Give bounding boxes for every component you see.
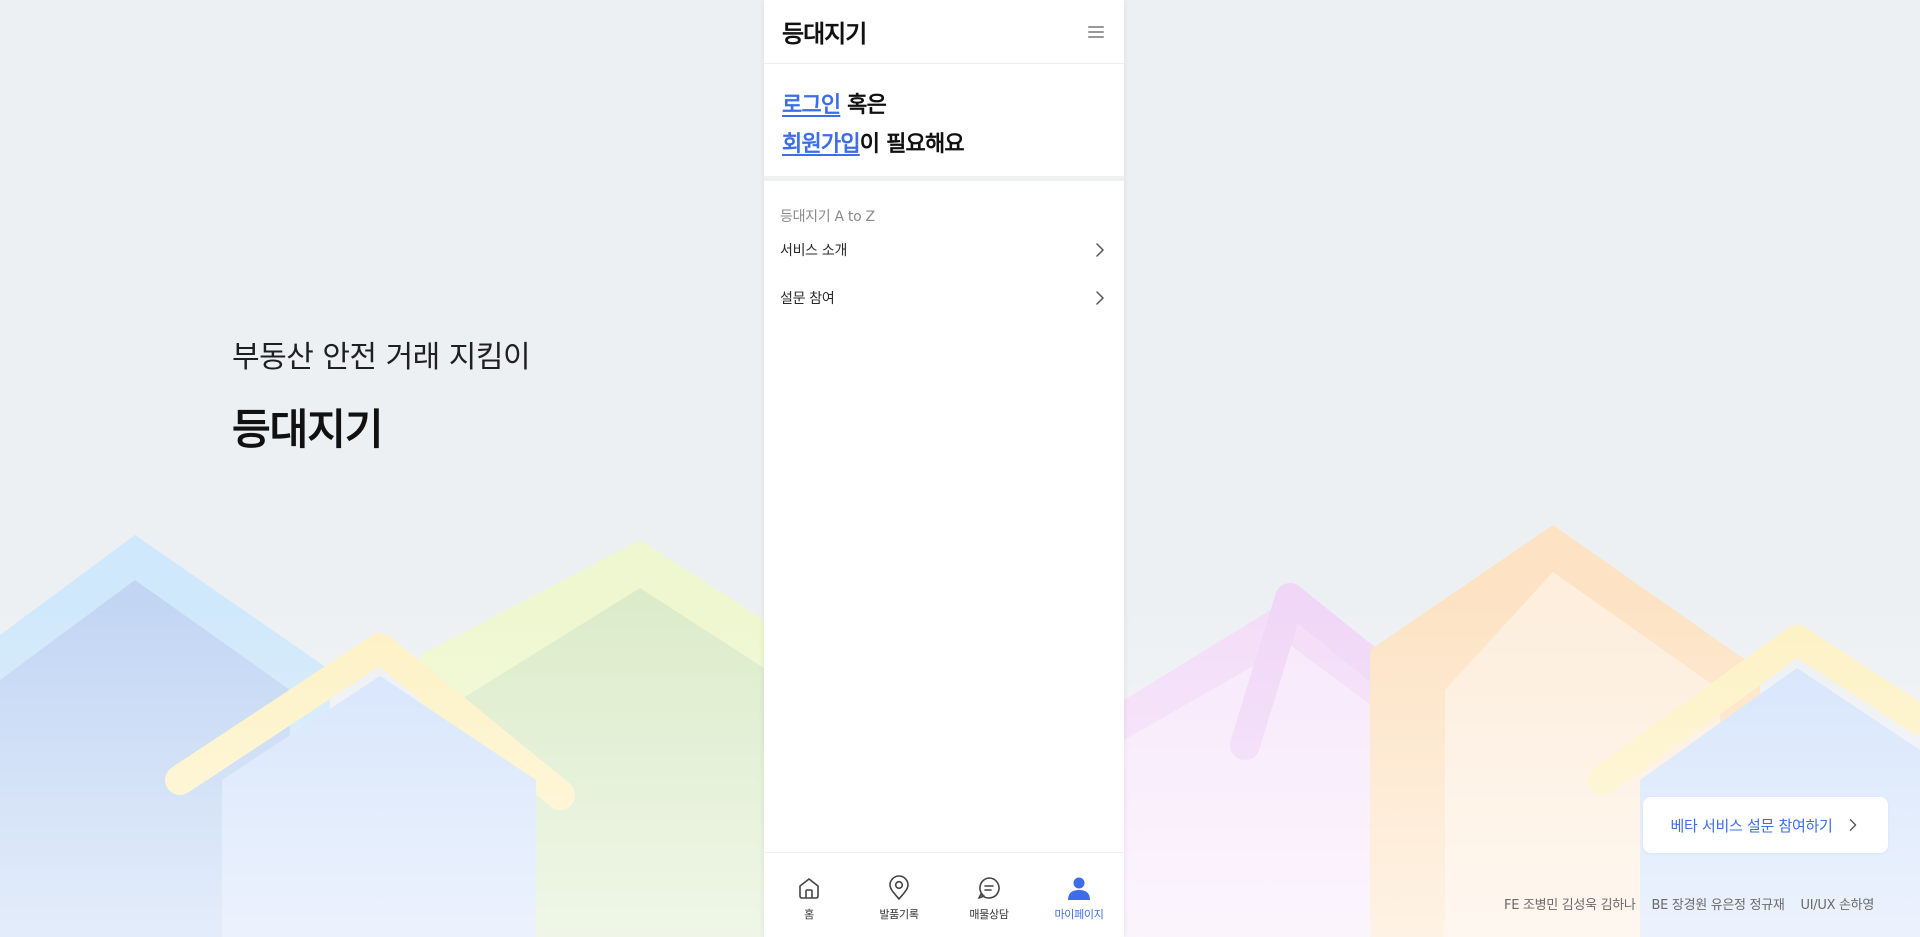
- tab-home[interactable]: 홈: [764, 853, 854, 937]
- hero-subtitle: 부동산 안전 거래 지킴이: [232, 340, 531, 375]
- credit-design: UI/UX 손하영: [1800, 898, 1875, 913]
- tab-label: 홈: [804, 908, 814, 921]
- tab-label: 발품기록: [879, 908, 919, 921]
- app-title: 등대지기: [782, 20, 867, 48]
- chevron-right-icon: [1850, 819, 1857, 831]
- menu-item-service-intro[interactable]: 서비스 소개: [780, 226, 1108, 274]
- mobile-app-frame: 등대지기 로그인 혹은 회원가입이 필요해요 등대지기 A to Z 서비스 소…: [764, 0, 1124, 937]
- bottom-tab-bar: 홈 발품기록 매물상담 마이페이지: [764, 852, 1124, 937]
- credit-backend: BE 장경원 유은정 정규재: [1651, 898, 1785, 913]
- tab-consultation[interactable]: 매물상담: [944, 853, 1034, 937]
- tab-field-records[interactable]: 발품기록: [854, 853, 944, 937]
- login-prompt: 로그인 혹은 회원가입이 필요해요: [764, 64, 1124, 181]
- credit-frontend: FE 조병민 김성욱 김하나: [1504, 898, 1636, 913]
- menu-item-label: 서비스 소개: [780, 243, 848, 259]
- section-label: 등대지기 A to Z: [780, 209, 875, 225]
- survey-button-label: 베타 서비스 설문 참여하기: [1670, 816, 1833, 835]
- chevron-right-icon: [1096, 291, 1104, 305]
- tab-my-page[interactable]: 마이페이지: [1034, 853, 1124, 937]
- menu-item-survey[interactable]: 설문 참여: [780, 274, 1108, 322]
- hero-section: 부동산 안전 거래 지킴이 등대지기: [232, 332, 531, 457]
- login-connector-text: 혹은: [840, 93, 887, 118]
- menu-item-label: 설문 참여: [780, 291, 835, 307]
- team-credits: FE 조병민 김성욱 김하나 BE 장경원 유은정 정규재 UI/UX 손하영: [1504, 894, 1874, 913]
- chevron-right-icon: [1096, 243, 1104, 257]
- signup-link[interactable]: 회원가입: [782, 132, 861, 157]
- tab-label: 매물상담: [969, 908, 1009, 921]
- map-pin-icon: [889, 875, 909, 900]
- login-suffix-text: 이 필요해요: [859, 132, 965, 157]
- chat-bubble-icon: [978, 877, 1000, 899]
- login-link[interactable]: 로그인: [782, 93, 841, 118]
- hero-title: 등대지기: [232, 405, 384, 454]
- home-icon: [799, 878, 819, 899]
- about-section: 등대지기 A to Z 서비스 소개 설문 참여: [764, 181, 1124, 322]
- user-icon: [1068, 877, 1090, 900]
- app-header: 등대지기: [764, 0, 1124, 64]
- tab-label: 마이페이지: [1054, 908, 1104, 921]
- beta-survey-button[interactable]: 베타 서비스 설문 참여하기: [1643, 797, 1888, 853]
- hamburger-menu-icon[interactable]: [1088, 25, 1104, 38]
